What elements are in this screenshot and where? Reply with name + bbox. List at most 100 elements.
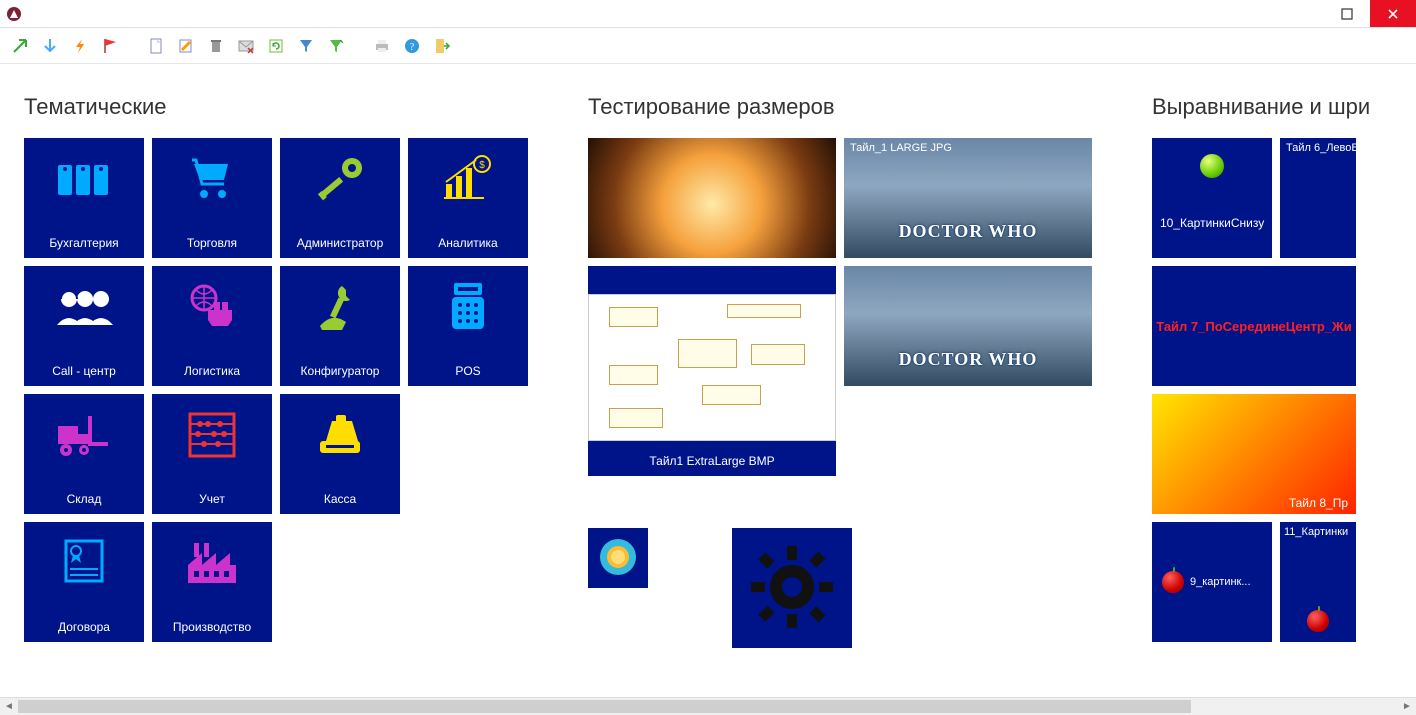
group-thematic-title: Тематические <box>24 94 528 120</box>
tile-pos[interactable]: POS <box>408 266 528 386</box>
toolbar-mail-x-icon[interactable] <box>234 34 258 58</box>
tile-extralarge-bmp[interactable]: Тайл1 ExtraLarge BMP <box>588 266 836 476</box>
window-close-button[interactable] <box>1370 0 1416 27</box>
toolbar-door-exit-icon[interactable] <box>430 34 454 58</box>
scroll-thumb[interactable] <box>18 700 1191 713</box>
horizontal-scrollbar[interactable]: ◄ ► <box>0 697 1416 715</box>
tile-label: Логистика <box>160 364 264 378</box>
toolbar-funnel-blue-icon[interactable] <box>294 34 318 58</box>
tile-analytics[interactable]: $ Аналитика <box>408 138 528 258</box>
group-alignment-title: Выравнивание и шри <box>1152 94 1370 120</box>
toolbar-arrow-down-blue-icon[interactable] <box>38 34 62 58</box>
apple-icon <box>1307 610 1329 632</box>
apple-icon <box>1162 571 1184 593</box>
tile-label: Тайл_1 LARGE JPG <box>850 142 952 154</box>
group-sizes: Тестирование размеров Тайл_1 LARGE JPG D… <box>588 94 1092 648</box>
briefcase-icon <box>24 138 144 220</box>
tile-scroll-area[interactable]: Тематические Бухгалтерия Торговля Админи… <box>0 64 1416 697</box>
shopping-cart-icon <box>152 138 272 220</box>
tile-label: Тайл1 ExtraLarge BMP <box>596 454 828 468</box>
tile-configurator[interactable]: Конфигуратор <box>280 266 400 386</box>
window-minmax-button[interactable] <box>1324 0 1370 27</box>
tile-trade[interactable]: Торговля <box>152 138 272 258</box>
tile-label: Склад <box>32 492 136 506</box>
tile-8-gradient[interactable]: Тайл 8_Пр <box>1152 394 1356 514</box>
tile-accounting[interactable]: Бухгалтерия <box>24 138 144 258</box>
wrench-hand-icon <box>280 266 400 348</box>
tile-gear[interactable] <box>732 528 852 648</box>
tile-kassa[interactable]: Касса <box>280 394 400 514</box>
tile-logistics[interactable]: Логистика <box>152 266 272 386</box>
tile-11-images[interactable]: 11_Картинки <box>1280 522 1356 642</box>
tile-label: Аналитика <box>416 236 520 250</box>
toolbar-printer-icon[interactable] <box>370 34 394 58</box>
forklift-icon <box>24 394 144 476</box>
app-icon <box>6 6 22 22</box>
factory-icon <box>152 522 272 604</box>
tile-label: 9_картинк... <box>1190 576 1251 588</box>
tile-label: Тайл 7_ПоСерединеЦентр_Жи <box>1156 319 1352 334</box>
headset-people-icon <box>24 266 144 348</box>
toolbar-refresh-green-icon[interactable] <box>264 34 288 58</box>
gear-icon <box>747 542 837 635</box>
abacus-icon <box>152 394 272 476</box>
diagram-image <box>588 294 836 441</box>
tile-label: Call - центр <box>32 364 136 378</box>
tile-label: Конфигуратор <box>288 364 392 378</box>
window-titlebar <box>0 0 1416 28</box>
tile-label: Торговля <box>160 236 264 250</box>
globe-ship-icon <box>152 266 272 348</box>
group-sizes-title: Тестирование размеров <box>588 94 1092 120</box>
tile-warehouse[interactable]: Склад <box>24 394 144 514</box>
brand-text: DOCTOR WHO <box>844 349 1092 370</box>
tile-dogovora[interactable]: Договора <box>24 522 144 642</box>
bar-chart-dollar-icon: $ <box>408 138 528 220</box>
tile-label: 11_Картинки <box>1284 526 1348 538</box>
key-icon <box>280 138 400 220</box>
scroll-right-arrow-icon[interactable]: ► <box>1398 701 1416 712</box>
tile-7-center-bold[interactable]: Тайл 7_ПоСерединеЦентр_Жи <box>1152 266 1356 386</box>
toolbar-page-edit-icon[interactable] <box>174 34 198 58</box>
tile-label: Тайл 6_ЛевоВ <box>1286 142 1356 154</box>
tile-label: Администратор <box>288 236 392 250</box>
tile-9-images[interactable]: 9_картинк... <box>1152 522 1272 642</box>
tile-small-sun[interactable] <box>588 528 648 588</box>
svg-text:$: $ <box>479 160 485 171</box>
toolbar-trash-icon[interactable] <box>204 34 228 58</box>
group-photo-image <box>588 138 836 258</box>
scroll-track[interactable] <box>18 698 1398 715</box>
tile-label: Производство <box>160 620 264 634</box>
tile-uchet[interactable]: Учет <box>152 394 272 514</box>
toolbar: ? <box>0 28 1416 64</box>
tile-admin[interactable]: Администратор <box>280 138 400 258</box>
window-controls <box>1324 0 1416 27</box>
tile-6-left[interactable]: Тайл 6_ЛевоВ <box>1280 138 1356 258</box>
toolbar-arrow-up-green-icon[interactable] <box>8 34 32 58</box>
tile-label: Тайл 8_Пр <box>1160 496 1348 510</box>
lime-icon <box>1152 138 1272 178</box>
group-thematic: Тематические Бухгалтерия Торговля Админи… <box>24 94 528 648</box>
tile-label: Учет <box>160 492 264 506</box>
certificate-icon <box>24 522 144 604</box>
tile-callcenter[interactable]: Call - центр <box>24 266 144 386</box>
tile-label: Договора <box>32 620 136 634</box>
toolbar-funnel-green-icon[interactable] <box>324 34 348 58</box>
toolbar-flag-red-icon[interactable] <box>98 34 122 58</box>
tile-label: Бухгалтерия <box>32 236 136 250</box>
toolbar-flash-orange-icon[interactable] <box>68 34 92 58</box>
tile-doctors-group[interactable] <box>588 138 836 258</box>
cash-register-icon <box>280 394 400 476</box>
toolbar-page-new-icon[interactable] <box>144 34 168 58</box>
tile-label: POS <box>416 364 520 378</box>
tile-doctor-who-2[interactable]: DOCTOR WHO <box>844 266 1092 386</box>
tile-large-jpg[interactable]: Тайл_1 LARGE JPG DOCTOR WHO <box>844 138 1092 258</box>
toolbar-info-blue-icon[interactable]: ? <box>400 34 424 58</box>
tile-production[interactable]: Производство <box>152 522 272 642</box>
tile-10-images-below[interactable]: 10_КартинкиСнизу <box>1152 138 1272 258</box>
group-alignment: Выравнивание и шри 10_КартинкиСнизу Тайл… <box>1152 94 1370 648</box>
scroll-left-arrow-icon[interactable]: ◄ <box>0 701 18 712</box>
pos-terminal-icon <box>408 266 528 348</box>
svg-text:?: ? <box>410 42 415 53</box>
brand-text: DOCTOR WHO <box>844 221 1092 242</box>
tile-label: 10_КартинкиСнизу <box>1160 216 1264 230</box>
